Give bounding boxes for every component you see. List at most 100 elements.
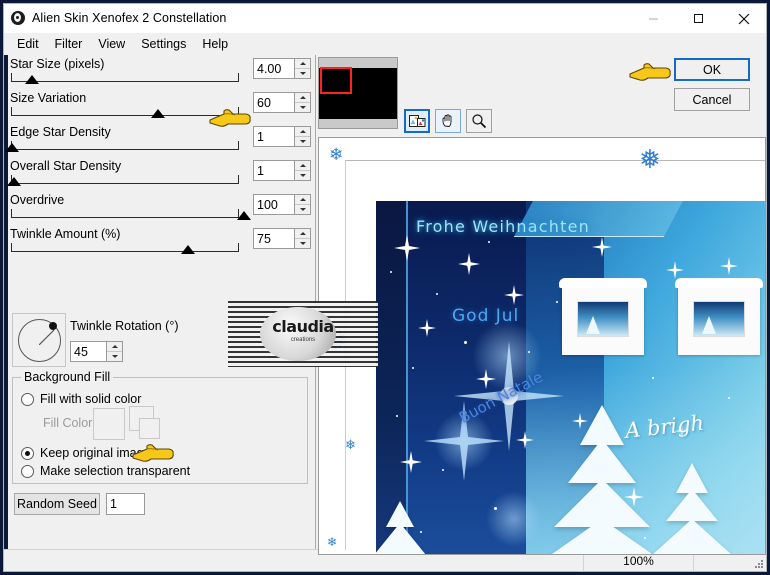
slider-thumb-twinkle-amount[interactable] <box>181 245 195 254</box>
spin-up-twinkle-amount[interactable] <box>295 229 310 239</box>
radio-fill-with-solid-color[interactable]: Fill with solid color <box>21 392 141 406</box>
slider-star-size: Star Size (pixels) 4.00 <box>10 57 311 84</box>
window-title: Alien Skin Xenofex 2 Constellation <box>32 11 227 25</box>
menu-item-view[interactable]: View <box>91 35 134 54</box>
spinner-overall-star-density[interactable]: 1 <box>253 160 311 181</box>
slider-track-overdrive[interactable] <box>11 209 239 218</box>
minimize-button[interactable] <box>631 4 676 33</box>
slider-thumb-size-variation[interactable] <box>151 109 165 118</box>
random-seed-input[interactable]: 1 <box>106 493 145 515</box>
christmas-tree <box>650 463 734 554</box>
slider-thumb-overall-star-density[interactable] <box>7 177 21 186</box>
spin-down-twinkle-amount[interactable] <box>295 238 310 248</box>
title-bar: Alien Skin Xenofex 2 Constellation <box>4 4 766 33</box>
spinner-star-size[interactable]: 4.00 <box>253 58 311 79</box>
spinner-buttons-twinkle-amount[interactable] <box>294 228 311 249</box>
spinner-twinkle-rotation[interactable]: 45 <box>70 341 123 362</box>
slider-thumb-edge-star-density[interactable] <box>5 143 19 152</box>
slider-track-size-variation[interactable] <box>11 107 239 116</box>
image-preview[interactable]: ❄ ❅ ❄ ❄ ❅ Frohe Weihnachten God Jul Buon… <box>318 137 766 555</box>
dial-knob[interactable] <box>49 322 57 330</box>
slider-thumb-overdrive[interactable] <box>237 211 251 220</box>
input-overdrive[interactable]: 100 <box>253 194 294 215</box>
star-icon <box>458 253 480 275</box>
spin-down-edge-star-density[interactable] <box>295 136 310 146</box>
menu-item-settings[interactable]: Settings <box>134 35 195 54</box>
background-fill-title: Background Fill <box>21 370 114 384</box>
spin-up-overdrive[interactable] <box>295 195 310 205</box>
spin-up-edge-star-density[interactable] <box>295 127 310 137</box>
zoom-magnifier-icon <box>472 114 487 129</box>
spin-down-overall-star-density[interactable] <box>295 170 310 180</box>
star-icon <box>418 319 436 337</box>
input-twinkle-amount[interactable]: 75 <box>253 228 294 249</box>
menu-item-filter[interactable]: Filter <box>48 35 92 54</box>
spin-down-size-variation[interactable] <box>295 102 310 112</box>
input-twinkle-rotation[interactable]: 45 <box>70 341 106 362</box>
menu-item-edit[interactable]: Edit <box>10 35 48 54</box>
spinner-buttons-overall-star-density[interactable] <box>294 160 311 181</box>
navigator-icon-button[interactable] <box>404 109 430 133</box>
spinner-buttons-star-size[interactable] <box>294 58 311 79</box>
input-size-variation[interactable]: 60 <box>253 92 294 113</box>
spinner-overdrive[interactable]: 100 <box>253 194 311 215</box>
spinner-buttons-overdrive[interactable] <box>294 194 311 215</box>
pan-hand-icon <box>442 114 452 127</box>
radio-indicator-keep-original[interactable] <box>21 446 34 460</box>
input-star-size[interactable]: 4.00 <box>253 58 294 79</box>
fill-color-swatch-primary[interactable] <box>93 408 125 440</box>
window-body: Star Size (pixels) 4.00 Size Variation 6… <box>4 55 766 555</box>
slider-overdrive: Overdrive 100 <box>10 193 311 220</box>
navigator-thumbnail[interactable] <box>318 57 398 129</box>
menu-item-help[interactable]: Help <box>195 35 237 54</box>
greeting-swedish: God Jul <box>452 306 520 326</box>
slider-thumb-star-size[interactable] <box>25 75 39 84</box>
spinner-twinkle-amount[interactable]: 75 <box>253 228 311 249</box>
spin-down-twinkle-rotation[interactable] <box>107 351 122 361</box>
pan-hand-button[interactable] <box>435 109 461 133</box>
spin-down-star-size[interactable] <box>295 68 310 78</box>
framed-picture <box>675 278 763 355</box>
menu-bar: Edit Filter View Settings Help <box>4 33 766 55</box>
spin-up-twinkle-rotation[interactable] <box>107 342 122 352</box>
spinner-buttons-twinkle-rotation[interactable] <box>106 341 123 362</box>
sparkle-icon <box>424 401 504 481</box>
slider-track-star-size[interactable] <box>11 73 239 82</box>
slider-track-twinkle-amount[interactable] <box>11 243 239 252</box>
close-button[interactable] <box>721 4 766 33</box>
input-overall-star-density[interactable]: 1 <box>253 160 294 181</box>
ok-button[interactable]: OK <box>674 58 750 81</box>
spinner-buttons-edge-star-density[interactable] <box>294 126 311 147</box>
spinner-edge-star-density[interactable]: 1 <box>253 126 311 147</box>
screen: Alien Skin Xenofex 2 Constellation Edit … <box>0 0 770 575</box>
slider-track-overall-star-density[interactable] <box>11 175 239 184</box>
spin-up-size-variation[interactable] <box>295 93 310 103</box>
random-seed-button[interactable]: Random Seed <box>14 493 100 515</box>
pointer-cursor-ok-button <box>629 63 671 81</box>
spinner-buttons-size-variation[interactable] <box>294 92 311 113</box>
fill-color-swatch-tertiary[interactable] <box>139 418 160 439</box>
slider-size-variation: Size Variation 60 <box>10 91 311 118</box>
maximize-button[interactable] <box>676 4 721 33</box>
twinkle-rotation-dial[interactable] <box>12 313 66 367</box>
input-edge-star-density[interactable]: 1 <box>253 126 294 147</box>
navigator-viewport-rect[interactable] <box>320 67 352 94</box>
spinner-size-variation[interactable]: 60 <box>253 92 311 113</box>
zoom-magnifier-button[interactable] <box>466 109 492 133</box>
star-icon <box>476 369 496 389</box>
radio-label-solid-color: Fill with solid color <box>40 392 142 406</box>
radio-indicator-solid-color[interactable] <box>21 392 34 406</box>
spin-up-overall-star-density[interactable] <box>295 161 310 171</box>
fill-color-label: Fill Color <box>43 416 93 430</box>
slider-twinkle-amount: Twinkle Amount (%) 75 <box>10 227 311 254</box>
radio-indicator-make-transparent[interactable] <box>21 464 34 478</box>
spin-up-star-size[interactable] <box>295 59 310 69</box>
cancel-button[interactable]: Cancel <box>674 88 750 111</box>
spin-down-overdrive[interactable] <box>295 204 310 214</box>
christmas-card-image: Frohe Weihnachten God Jul Buon Natale A … <box>376 201 765 554</box>
pointer-cursor-keep-original <box>132 444 174 462</box>
christmas-tree <box>376 501 430 554</box>
slider-edge-star-density: Edge Star Density 1 <box>5 125 311 152</box>
slider-track-edge-star-density[interactable] <box>11 141 239 150</box>
slider-overall-star-density: Overall Star Density 1 <box>7 159 311 186</box>
